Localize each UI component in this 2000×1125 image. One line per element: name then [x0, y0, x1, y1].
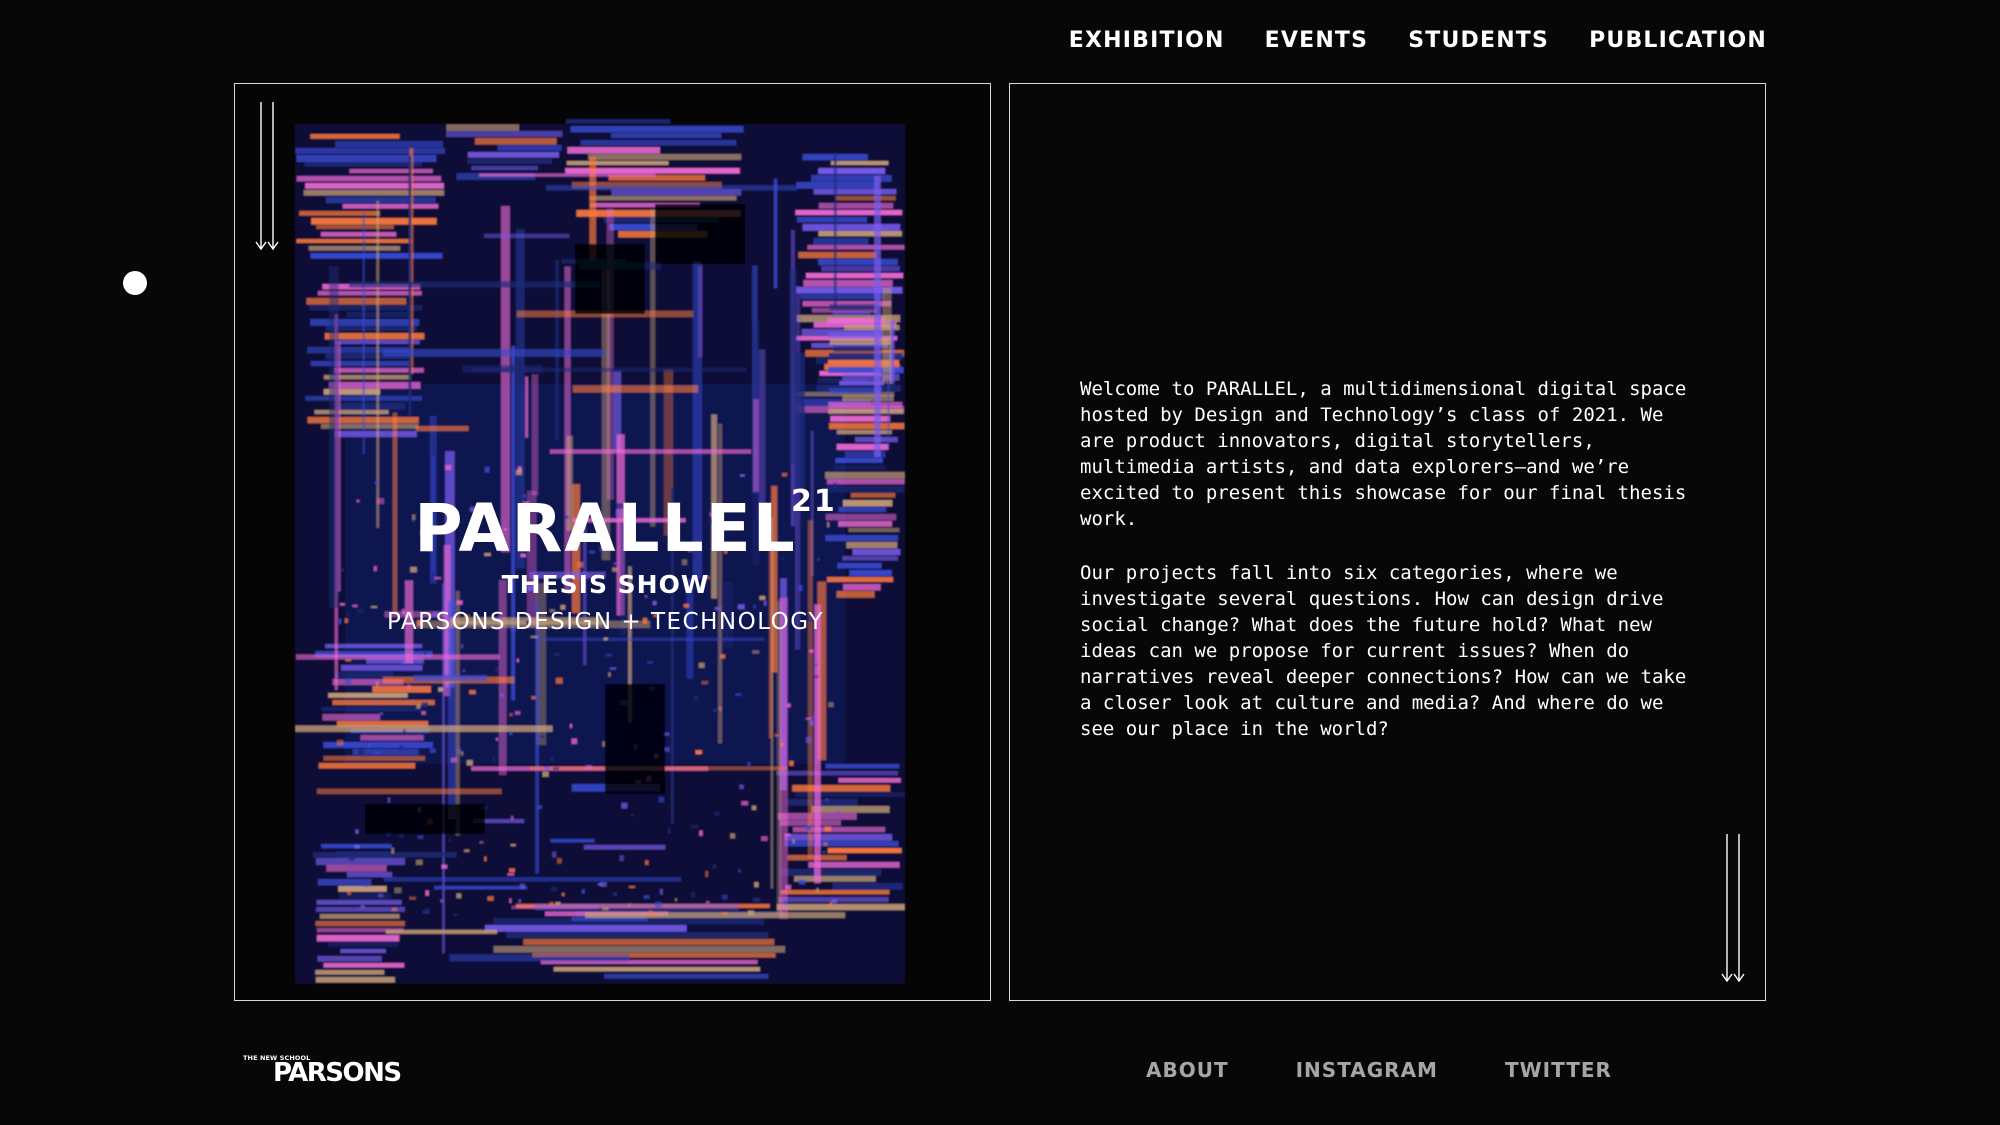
nav-students-link[interactable]: STUDENTS	[1408, 26, 1549, 56]
footer-twitter-link[interactable]: TWITTER	[1505, 1056, 1612, 1084]
poster-title-superscript: 21	[791, 484, 837, 519]
poster-title-text: PARALLEL	[414, 490, 797, 567]
poster-subtitle: THESIS SHOW	[501, 570, 710, 599]
logo-big-text: PARSONS	[273, 1058, 402, 1088]
footer-about-link[interactable]: ABOUT	[1146, 1056, 1229, 1084]
nav-exhibition-link[interactable]: EXHIBITION	[1069, 26, 1225, 56]
footer-instagram-link[interactable]: INSTAGRAM	[1296, 1056, 1438, 1084]
poster-title-block: PARALLEL 21 THESIS SHOW PARSONS DESIGN +…	[235, 486, 990, 636]
nav-publication-link[interactable]: PUBLICATION	[1589, 26, 1767, 56]
nav-events-link[interactable]: EVENTS	[1265, 26, 1369, 56]
poster-panel: PARALLEL 21 THESIS SHOW PARSONS DESIGN +…	[234, 83, 991, 1001]
double-down-arrow-icon	[255, 102, 279, 251]
top-navigation: EXHIBITION EVENTS STUDENTS PUBLICATION	[1069, 26, 1767, 56]
side-dot-indicator[interactable]	[123, 271, 147, 295]
intro-paragraph: Welcome to PARALLEL, a multidimensional …	[1080, 378, 1687, 530]
intro-panel: Welcome to PARALLEL, a multidimensional …	[1009, 83, 1766, 1001]
poster-title: PARALLEL 21	[414, 486, 835, 567]
intro-paragraph: Our projects fall into six categories, w…	[1080, 562, 1687, 740]
intro-text: Welcome to PARALLEL, a multidimensional …	[1080, 376, 1705, 770]
footer-navigation: ABOUT INSTAGRAM TWITTER	[1146, 1056, 1612, 1084]
parsons-logo[interactable]: THE NEW SCHOOL PARSONS	[243, 1054, 415, 1088]
poster-school-name: PARSONS DESIGN + TECHNOLOGY	[386, 609, 825, 635]
double-down-arrow-icon	[1721, 834, 1745, 983]
